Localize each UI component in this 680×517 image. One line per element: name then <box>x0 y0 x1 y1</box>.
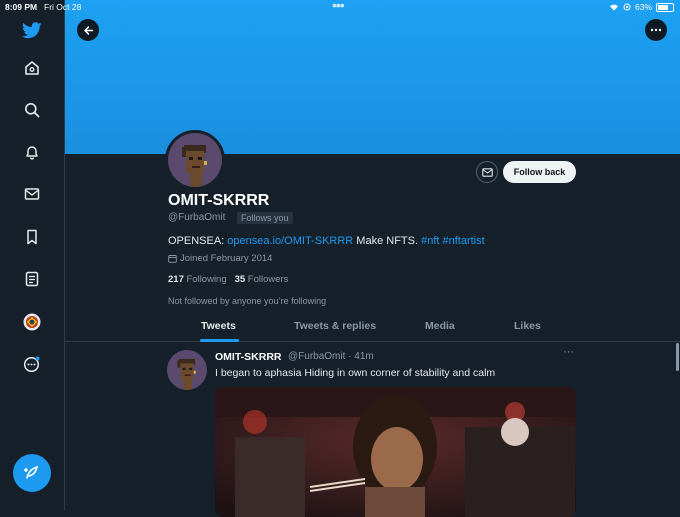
profile-banner <box>65 0 680 154</box>
follows-you-badge: Follows you <box>237 212 293 224</box>
orientation-lock-icon <box>623 3 631 11</box>
multitasking-dots-icon[interactable]: ••• <box>332 0 345 13</box>
tweet[interactable]: OMIT-SKRRR @FurbaOmit · 41m ··· I began … <box>65 342 680 517</box>
back-button[interactable] <box>77 19 99 41</box>
battery-icon <box>656 2 674 12</box>
bio-middle: Make NFTS. <box>353 235 422 247</box>
bio-link[interactable]: opensea.io/OMIT-SKRRR <box>227 235 353 247</box>
bio-prefix: OPENSEA: <box>168 235 228 247</box>
profile-avatar[interactable] <box>165 130 225 190</box>
followers-count: 35 <box>234 274 246 285</box>
message-button[interactable] <box>476 161 498 183</box>
tab-tweets-replies[interactable]: Tweets & replies <box>294 320 376 332</box>
tab-likes[interactable]: Likes <box>514 320 541 332</box>
pixel-punk-avatar-icon <box>168 133 222 187</box>
pixel-punk-avatar-icon <box>167 350 207 390</box>
tab-tweets[interactable]: Tweets <box>201 320 236 332</box>
status-right: 63% <box>609 2 674 12</box>
bookmark-icon[interactable] <box>21 226 43 248</box>
twitter-logo-icon[interactable] <box>21 19 43 41</box>
battery-percent: 63% <box>634 2 652 12</box>
status-bar: 8:09 PM Fri Oct 28 ••• 63% <box>0 0 680 14</box>
tweet-text: I began to aphasia Hiding in own corner … <box>215 367 496 379</box>
following-label: Following <box>183 274 227 285</box>
status-date: Fri Oct 28 <box>44 2 82 12</box>
tab-media[interactable]: Media <box>425 320 455 332</box>
tweet-author-name[interactable]: OMIT-SKRRR <box>215 351 282 363</box>
bell-icon[interactable] <box>21 141 43 163</box>
bio-hashtag-nft[interactable]: #nft <box>421 235 439 247</box>
status-time: 8:09 PM <box>5 2 38 12</box>
profile-more-button[interactable] <box>645 19 667 41</box>
tweet-more-icon[interactable]: ··· <box>563 346 574 358</box>
mail-icon[interactable] <box>21 183 43 205</box>
joined-text: Joined February 2014 <box>180 253 273 264</box>
compose-tweet-icon <box>24 465 39 479</box>
scrollbar[interactable] <box>676 343 679 371</box>
calendar-icon <box>168 255 177 263</box>
following-link[interactable]: 217 Following <box>168 274 227 285</box>
bio-hashtag-nftartist[interactable]: #nftartist <box>443 235 485 247</box>
sidebar <box>0 0 65 510</box>
profile-avatar-icon[interactable] <box>21 311 43 333</box>
joined-date: Joined February 2014 <box>168 253 272 264</box>
follow-back-button[interactable]: Follow back <box>503 161 576 183</box>
mail-icon <box>481 167 493 177</box>
tweet-media-gif[interactable] <box>215 387 576 517</box>
more-circle-icon[interactable] <box>21 353 43 375</box>
home-icon[interactable] <box>21 57 43 79</box>
profile-name: OMIT-SKRRR <box>168 192 270 209</box>
profile-handle: @FurbaOmit <box>168 212 226 223</box>
following-count: 217 <box>168 274 184 285</box>
tweet-avatar[interactable] <box>167 350 207 390</box>
lists-icon[interactable] <box>21 268 43 290</box>
more-dots-icon <box>650 28 662 32</box>
tweet-handle-time: @FurbaOmit · 41m <box>288 351 374 362</box>
profile-bio: OPENSEA: opensea.io/OMIT-SKRRR Make NFTS… <box>168 235 485 247</box>
followers-link[interactable]: 35 Followers <box>235 274 289 285</box>
search-icon[interactable] <box>21 99 43 121</box>
follow-counts: 217 Following 35 Followers <box>168 274 288 285</box>
not-followed-text: Not followed by anyone you’re following <box>168 296 327 306</box>
followers-label: Followers <box>245 274 289 285</box>
wifi-icon <box>609 4 618 11</box>
arrow-left-icon <box>83 25 93 35</box>
compose-tweet-button[interactable] <box>13 454 51 492</box>
profile-tabs: Tweets Tweets & replies Media Likes <box>65 313 680 342</box>
gif-still-image <box>215 387 576 517</box>
